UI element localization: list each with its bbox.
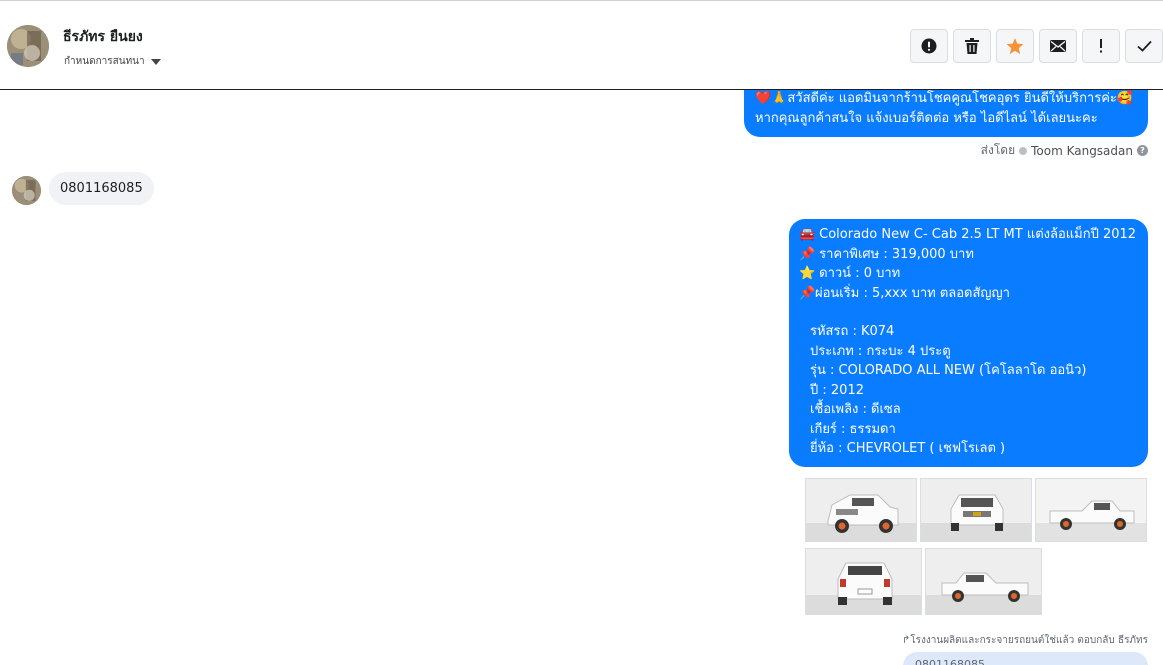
exclamation-icon [1100,39,1102,53]
incoming-message-phone[interactable]: 0801168085 [49,172,154,205]
greeting-line-2: หากคุณลูกค้าสนใจ แจ้งเบอร์ติดต่อ หรือ ไอ… [755,110,1098,126]
star-icon [1006,37,1024,54]
conversation-settings-label: กำหนดการสนทนา [64,56,145,67]
help-icon[interactable]: ? [1137,145,1148,156]
car-down-payment: ดาวน์ : 0 บาท [819,266,901,281]
envelope-icon [1050,40,1066,52]
car-photo-front[interactable] [920,478,1032,542]
car-emoji: 🚘 [799,227,816,242]
car-photo-side-right[interactable] [1035,478,1147,542]
check-icon [1136,40,1152,52]
greeting-line-1: สวัสดีค่ะ แอดมินจากร้านโชคคูณโชคอุดร ยิน… [787,91,1134,106]
pin-emoji: 📌 [799,246,816,262]
car-model: รุ่น : COLORADO ALL NEW (โคโลลาโด ออนิว) [810,363,1087,378]
car-price: ราคาพิเศษ : 319,000 บาท [819,246,974,262]
avatar[interactable] [7,25,49,67]
star-emoji: ⭐ [799,266,816,281]
car-gear: เกียร์ : ธรรมดา [810,421,896,437]
car-installment: ผ่อนเริ่ม : 5,xxx บาท ตลอดสัญญา [815,285,1010,301]
star-button[interactable] [996,29,1034,63]
sender-avatar[interactable] [12,176,41,205]
greeting-emoji: ❤️🙏 [755,91,788,106]
car-title: Colorado New C- Cab 2.5 LT MT แต่งล้อแม็… [819,227,1137,242]
outgoing-message-greeting[interactable]: ❤️🙏สวัสดีค่ะ แอดมินจากร้านโชคคูณโชคอุดร … [744,90,1148,137]
report-button[interactable] [910,29,948,63]
car-photo-side-left[interactable] [925,548,1042,615]
agent-name[interactable]: Toom Kangsadan [1031,144,1133,158]
sent-by-prefix: ส่งโดย [980,143,1016,157]
action-toolbar [910,29,1163,63]
inbox-conversation: ธีรภัทร ยืนยง กำหนดการสนทนา ❤️🙏สวัสดีค่ะ… [0,0,1163,665]
delete-button[interactable] [953,29,991,63]
car-photo-front-3q[interactable] [805,478,917,542]
car-photo-rear[interactable] [805,548,922,615]
conversation-settings-dropdown[interactable]: กำหนดการสนทนา [64,54,161,69]
car-type: ประเภท : กระบะ 4 ประตู [810,343,951,359]
sent-by-label: ส่งโดย Toom Kangsadan ? [981,141,1148,160]
car-code: รหัสรถ : K074 [810,324,895,339]
outgoing-message-car-info[interactable]: 🚘 Colorado New C- Cab 2.5 LT MT แต่งล้อแ… [789,219,1148,467]
important-button[interactable] [1082,29,1120,63]
message-thread[interactable]: ❤️🙏สวัสดีค่ะ แอดมินจากร้านโชคคูณโชคอุดร … [0,90,1163,665]
car-brand: ยี่ห้อ : CHEVROLET ( เชฟโรเลต ) [810,441,1006,456]
reply-note-text: โรงงานผลิตและกระจายรถยนต์ใช่แล้ว ตอบกลับ… [910,635,1148,646]
settings-icon [1019,146,1028,155]
photo-attachments [805,478,1150,615]
exclamation-circle-icon [921,38,937,54]
reply-arrow-icon: ↱ [901,635,911,646]
quoted-reply-bubble[interactable]: 0801168085 [903,652,1148,665]
contact-name[interactable]: ธีรภัทร ยืนยง [63,26,143,48]
done-button[interactable] [1125,29,1163,63]
trash-icon [965,38,979,54]
conversation-header: ธีรภัทร ยืนยง กำหนดการสนทนา [0,0,1163,90]
car-fuel: เชื้อเพลิง : ดีเซล [810,402,901,417]
mark-unread-button[interactable] [1039,29,1077,63]
reply-context-note: ↱โรงงานผลิตและกระจายรถยนต์ใช่แล้ว ตอบกลั… [902,633,1148,648]
caret-down-icon [150,58,161,65]
car-year: ปี : 2012 [810,382,864,398]
pin-emoji: 📌 [799,285,816,301]
